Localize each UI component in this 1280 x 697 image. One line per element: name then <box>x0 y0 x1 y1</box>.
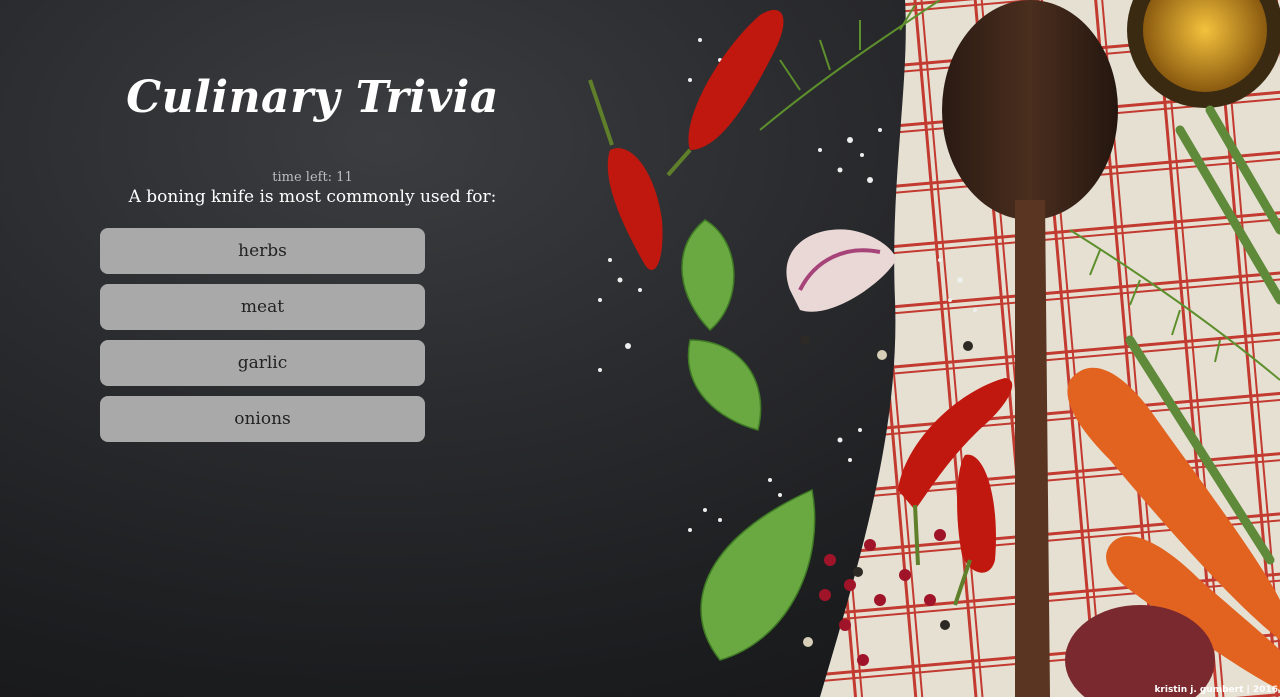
quiz-panel: Culinary Trivia time left: 11 A boning k… <box>100 70 525 452</box>
garlic-icon <box>786 229 896 312</box>
answer-button-meat[interactable]: meat <box>100 284 425 330</box>
question-text: A boning knife is most commonly used for… <box>128 187 497 207</box>
answer-button-garlic[interactable]: garlic <box>100 340 425 386</box>
answer-button-onions[interactable]: onions <box>100 396 425 442</box>
credit-text: kristin j. gumbert | 2016 <box>1154 685 1278 695</box>
page-title: Culinary Trivia <box>126 72 499 123</box>
countdown-timer: time left: 11 <box>272 170 353 185</box>
trivia-page: Culinary Trivia time left: 11 A boning k… <box>0 0 1280 697</box>
answer-button-herbs[interactable]: herbs <box>100 228 425 274</box>
answer-list: herbs meat garlic onions <box>100 228 525 442</box>
